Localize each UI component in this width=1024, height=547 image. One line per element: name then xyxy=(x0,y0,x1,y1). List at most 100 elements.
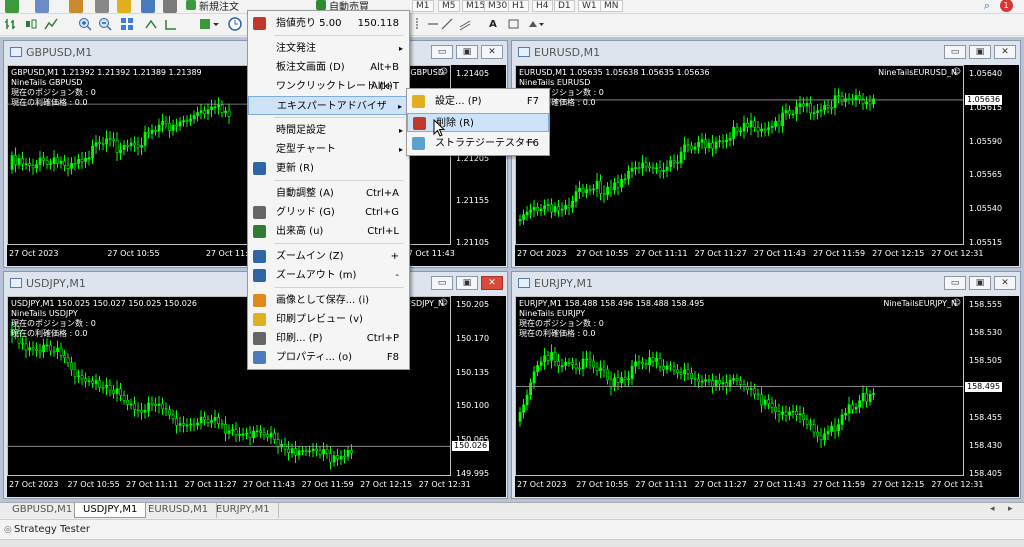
strategy-tester-bar[interactable]: ◎ Strategy Tester xyxy=(0,519,1024,539)
clock-icon[interactable] xyxy=(226,14,244,34)
candle xyxy=(28,163,32,166)
context-menu-item[interactable]: 印刷... (P) Ctrl+P xyxy=(248,329,409,348)
indicators-dropdown-icon[interactable] xyxy=(196,14,222,34)
context-menu-item[interactable]: グリッド (G) Ctrl+G xyxy=(248,203,409,222)
label-tool-icon[interactable] xyxy=(506,14,520,34)
text-tool-icon[interactable]: A xyxy=(486,14,500,34)
new-order-button[interactable]: 新規注文 xyxy=(186,0,246,13)
channel-icon[interactable] xyxy=(458,14,472,34)
context-menu-item[interactable]: 更新 (R) xyxy=(248,159,409,178)
minimize-button[interactable]: ▭ xyxy=(944,276,966,290)
candle xyxy=(182,120,186,123)
candle xyxy=(718,140,722,143)
tab-eurjpy[interactable]: EURJPY,M1 xyxy=(208,503,279,518)
tester-icon[interactable] xyxy=(162,0,178,13)
tab-eurusd[interactable]: EURUSD,M1 xyxy=(140,503,218,518)
profiles-icon[interactable] xyxy=(34,0,50,13)
crosshair-icon[interactable] xyxy=(94,0,110,13)
timeframe-button-mn[interactable]: MN xyxy=(600,0,623,12)
search-icon[interactable]: ⌕ xyxy=(980,0,994,13)
tab-gbpusd[interactable]: GBPUSD,M1 xyxy=(4,503,82,518)
vertical-line-icon[interactable] xyxy=(410,14,424,34)
horizontal-line-icon[interactable] xyxy=(426,14,440,34)
candle xyxy=(171,124,175,131)
price-scale-label: 1.05565 xyxy=(969,170,1003,180)
navigator-star-icon[interactable] xyxy=(116,0,132,13)
close-button[interactable]: ✕ xyxy=(481,45,503,59)
new-chart-icon[interactable] xyxy=(4,0,20,13)
candle xyxy=(686,144,690,147)
candle xyxy=(168,122,172,131)
market-watch-icon[interactable] xyxy=(68,0,84,13)
candle xyxy=(87,157,91,159)
candle xyxy=(105,138,109,145)
minimize-button[interactable]: ▭ xyxy=(944,45,966,59)
maximize-button[interactable]: ▣ xyxy=(969,276,991,290)
candle xyxy=(812,112,816,115)
zoom-in-icon[interactable] xyxy=(76,14,94,34)
candle xyxy=(553,352,557,362)
context-menu-item[interactable]: ズームアウト (m) - xyxy=(248,266,409,285)
candle xyxy=(525,211,529,216)
maximize-button[interactable]: ▣ xyxy=(456,276,478,290)
chart-canvas[interactable]: EURJPY,M1 158.488 158.496 158.488 158.49… xyxy=(515,296,1019,497)
candle xyxy=(567,361,571,364)
context-menu-item[interactable]: プロパティ... (o) F8 xyxy=(248,348,409,367)
context-menu-item[interactable]: 自動調整 (A) Ctrl+A xyxy=(248,184,409,203)
chart-window-eurjpy[interactable]: EURJPY,M1 ▭ ▣ ✕ EURJPY,M1 158.488 158.496 15… xyxy=(511,271,1021,499)
close-button[interactable]: ✕ xyxy=(481,276,503,290)
chart-shift-icon[interactable] xyxy=(162,14,180,34)
current-price-tag: 158.495 xyxy=(965,381,1003,392)
candle xyxy=(147,131,151,134)
candle xyxy=(690,145,694,150)
context-menu-item[interactable]: 定型チャート ▸ xyxy=(248,140,409,159)
context-menu-item[interactable]: ズームイン (Z) + xyxy=(248,247,409,266)
chart-canvas[interactable]: EURUSD,M1 1.05635 1.05638 1.05635 1.0563… xyxy=(515,65,1019,266)
context-menu-shortcut: Alt+B xyxy=(370,62,399,73)
timeframe-button-d1[interactable]: D1 xyxy=(554,0,575,12)
timeframe-button-m5[interactable]: M5 xyxy=(438,0,460,12)
candle xyxy=(133,403,137,410)
maximize-button[interactable]: ▣ xyxy=(969,45,991,59)
context-menu-item[interactable]: ワンクリックトレード (k) Alt+T xyxy=(248,77,409,96)
shapes-dropdown-icon[interactable] xyxy=(526,14,546,34)
notification-badge[interactable]: 1 xyxy=(998,0,1014,13)
context-menu-item[interactable]: 板注文画面 (D) Alt+B xyxy=(248,58,409,77)
candle xyxy=(865,392,869,402)
timeframe-button-m1[interactable]: M1 xyxy=(412,0,434,12)
candlestick-icon[interactable] xyxy=(22,14,40,34)
context-menu-item[interactable]: 出来高 (u) Ctrl+L xyxy=(248,222,409,241)
context-menu-item[interactable]: 指値売り 5.00 150.118 xyxy=(248,14,409,33)
maximize-button[interactable]: ▣ xyxy=(456,45,478,59)
close-button[interactable]: ✕ xyxy=(994,276,1016,290)
terminal-icon[interactable] xyxy=(140,0,156,13)
context-menu-item[interactable]: 画像として保存... (i) xyxy=(248,291,409,310)
bar-chart-icon[interactable] xyxy=(2,14,20,34)
context-menu-item[interactable]: エキスパートアドバイザ ▸ xyxy=(248,96,409,115)
submenu-item[interactable]: 削除 (R) xyxy=(407,113,549,132)
minimize-button[interactable]: ▭ xyxy=(431,276,453,290)
minimize-button[interactable]: ▭ xyxy=(431,45,453,59)
candle xyxy=(17,158,21,165)
tab-usdjpy[interactable]: USDJPY,M1 xyxy=(74,503,147,518)
tab-scroll-right-icon[interactable]: ▸ xyxy=(1008,504,1013,514)
auto-scroll-icon[interactable] xyxy=(142,14,160,34)
close-button[interactable]: ✕ xyxy=(994,45,1016,59)
timeframe-button-h4[interactable]: H4 xyxy=(532,0,553,12)
line-chart-icon[interactable] xyxy=(42,14,60,34)
tab-scroll-left-icon[interactable]: ◂ xyxy=(990,504,995,514)
zoom-out-icon[interactable] xyxy=(96,14,114,34)
tile-windows-icon[interactable] xyxy=(118,14,136,34)
submenu-item[interactable]: ストラテジーテスター (S) F6 xyxy=(407,134,549,168)
context-menu-item[interactable]: 時間足設定 ▸ xyxy=(248,121,409,140)
context-menu-item[interactable]: 印刷プレビュー (v) xyxy=(248,310,409,329)
timeframe-button-h1[interactable]: H1 xyxy=(508,0,529,12)
context-menu-item[interactable]: 注文発注 ▸ xyxy=(248,39,409,58)
chart-window-eurusd[interactable]: EURUSD,M1 ▭ ▣ ✕ EURUSD,M1 1.05635 1.05638 1.… xyxy=(511,40,1021,268)
submenu-item[interactable]: 設定... (P) F7 xyxy=(407,92,549,111)
timeframe-button-w1[interactable]: W1 xyxy=(578,0,601,12)
candle xyxy=(749,120,753,128)
time-scale-label: 27 Oct 11:59 xyxy=(812,480,866,489)
trendline-icon[interactable] xyxy=(440,14,454,34)
time-scale-label: 27 Oct 10:55 xyxy=(67,480,120,489)
